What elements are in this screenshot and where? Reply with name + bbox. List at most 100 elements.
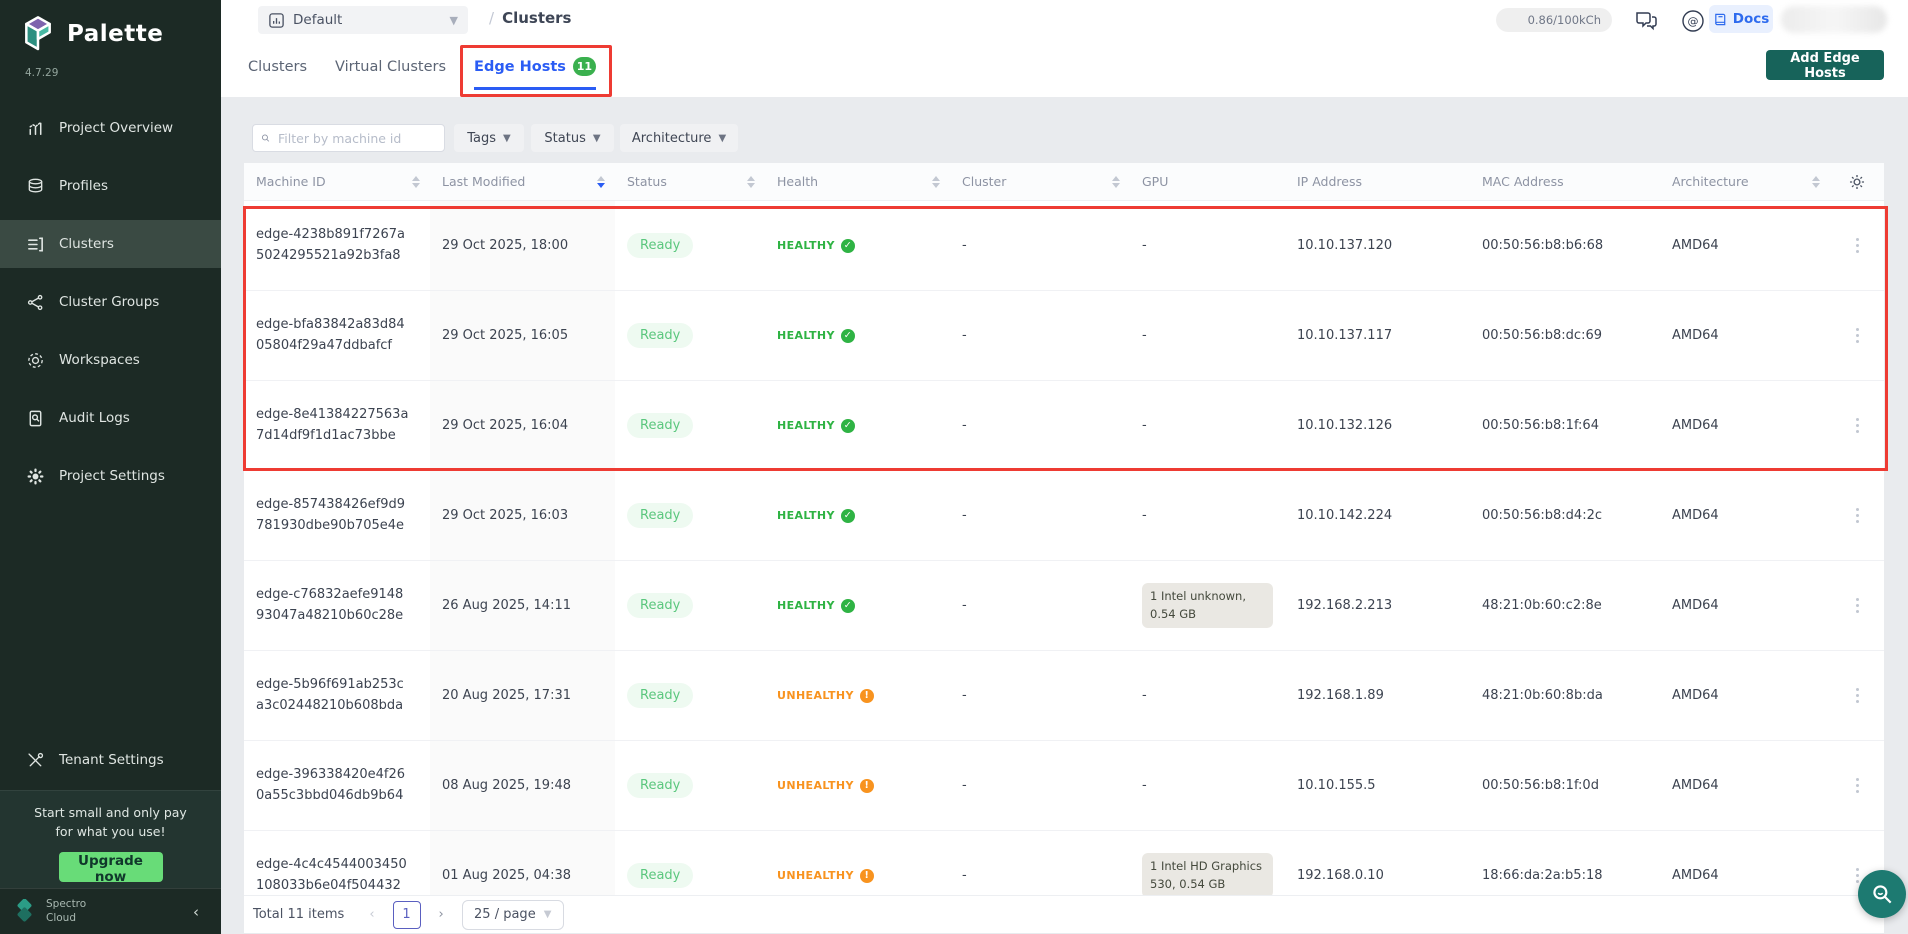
row-menu-icon[interactable]	[1842, 778, 1872, 793]
cell-architecture: AMD64	[1660, 471, 1830, 560]
cell-architecture: AMD64	[1660, 831, 1830, 896]
column-header-machine-id[interactable]: Machine ID	[244, 163, 430, 200]
total-items-label: Total 11 items	[253, 907, 344, 922]
chevron-down-icon: ▼	[503, 133, 511, 144]
cell-gpu: -	[1130, 201, 1285, 290]
table-settings-gear-icon[interactable]	[1830, 163, 1884, 200]
cell-status: Ready	[615, 741, 765, 830]
cell-cluster: -	[950, 471, 1130, 560]
health-status-icon: !	[860, 779, 874, 793]
upgrade-now-button[interactable]: Upgrade now	[59, 852, 163, 882]
sort-icon	[1112, 176, 1120, 188]
brand-logo: Palette	[18, 12, 163, 56]
filter-label: Tags	[467, 131, 496, 146]
status-badge: Ready	[627, 323, 693, 348]
sidebar-item-label: Clusters	[59, 236, 114, 252]
filter-tags-button[interactable]: Tags ▼	[454, 124, 524, 152]
user-menu-blurred[interactable]	[1781, 6, 1887, 33]
page-number[interactable]: 1	[393, 901, 421, 929]
table-row[interactable]: edge-5b96f691ab253ca3c02448210b608bda 20…	[244, 651, 1884, 741]
sidebar-item-audit-logs[interactable]: Audit Logs	[0, 394, 221, 442]
mention-icon[interactable]: @	[1681, 9, 1707, 35]
cell-last-modified: 08 Aug 2025, 19:48	[430, 741, 615, 830]
cell-health: HEALTHY✓	[765, 291, 950, 380]
sidebar-item-profiles[interactable]: Profiles	[0, 162, 221, 210]
row-menu-icon[interactable]	[1842, 688, 1872, 703]
health-badge: HEALTHY✓	[777, 419, 855, 433]
search-input[interactable]	[276, 130, 436, 147]
sidebar-item-clusters[interactable]: Clusters	[0, 220, 221, 268]
table-row[interactable]: edge-396338420e4f260a55c3bbd046db9b64 08…	[244, 741, 1884, 831]
main-area: Default ▼ / Clusters 0.86/100kCh @ Do	[221, 0, 1908, 933]
project-selector-label: Default	[293, 12, 342, 28]
row-menu-icon[interactable]	[1842, 598, 1872, 613]
sidebar-footer: Spectro Cloud ‹	[0, 888, 221, 934]
cell-health: HEALTHY✓	[765, 561, 950, 650]
sidebar-item-cluster-groups[interactable]: Cluster Groups	[0, 278, 221, 326]
table-row[interactable]: edge-4238b891f7267a5024295521a92b3fa8 29…	[244, 201, 1884, 291]
active-tab-underline	[474, 87, 596, 90]
project-selector[interactable]: Default ▼	[258, 6, 468, 34]
tenant-settings-icon	[26, 751, 45, 770]
column-header-cluster[interactable]: Cluster	[950, 163, 1130, 200]
cell-ip-address: 192.168.2.213	[1285, 561, 1470, 650]
cell-mac-address: 00:50:56:b8:1f:64	[1470, 381, 1660, 470]
cell-machine-id: edge-bfa83842a83d8405804f29a47ddbafcf	[244, 291, 430, 380]
column-header-health[interactable]: Health	[765, 163, 950, 200]
row-menu-icon[interactable]	[1842, 418, 1872, 433]
cell-actions	[1830, 291, 1884, 380]
table-row[interactable]: edge-857438426ef9d9781930dbe90b705e4e 29…	[244, 471, 1884, 561]
table-row[interactable]: edge-8e41384227563a7d14df9f1d1ac73bbe 29…	[244, 381, 1884, 471]
svg-text:@: @	[1688, 15, 1699, 28]
cell-status: Ready	[615, 561, 765, 650]
tab-virtual-clusters[interactable]: Virtual Clusters	[335, 57, 446, 90]
chat-icon[interactable]	[1633, 9, 1659, 35]
project-settings-icon	[26, 467, 45, 486]
cell-gpu: 1 Intel unknown, 0.54 GB	[1130, 561, 1285, 650]
tab-clusters[interactable]: Clusters	[248, 57, 307, 90]
row-menu-icon[interactable]	[1842, 508, 1872, 523]
sidebar-item-workspaces[interactable]: Workspaces	[0, 336, 221, 384]
sidebar-collapse-icon[interactable]: ‹	[193, 903, 199, 921]
row-menu-icon[interactable]	[1842, 238, 1872, 253]
gpu-badge: 1 Intel unknown, 0.54 GB	[1142, 583, 1273, 629]
table-row[interactable]: edge-c76832aefe914893047a48210b60c28e 26…	[244, 561, 1884, 651]
cell-mac-address: 00:50:56:b8:dc:69	[1470, 291, 1660, 380]
spectro-cloud-label: Spectro Cloud	[46, 898, 86, 924]
page-size-select[interactable]: 25 / page ▼	[462, 900, 564, 930]
sidebar-item-label: Tenant Settings	[59, 752, 164, 768]
docs-button[interactable]: Docs	[1709, 5, 1773, 33]
column-header-gpu: GPU	[1130, 163, 1285, 200]
tenant-settings-slot: Tenant Settings	[0, 736, 221, 784]
cell-cluster: -	[950, 201, 1130, 290]
cell-status: Ready	[615, 471, 765, 560]
cell-architecture: AMD64	[1660, 291, 1830, 380]
next-page-button[interactable]: ›	[433, 906, 450, 923]
cell-health: UNHEALTHY!	[765, 831, 950, 896]
sidebar-item-tenant-settings[interactable]: Tenant Settings	[0, 736, 221, 784]
prev-page-button[interactable]: ‹	[363, 906, 380, 923]
cell-last-modified: 26 Aug 2025, 14:11	[430, 561, 615, 650]
help-widget-button[interactable]	[1858, 870, 1906, 918]
column-label: MAC Address	[1482, 174, 1564, 189]
sidebar-item-project-settings[interactable]: Project Settings	[0, 452, 221, 500]
filter-status-button[interactable]: Status▼	[531, 124, 614, 152]
tab-edge-hosts[interactable]: Edge Hosts11	[474, 57, 596, 90]
column-header-architecture[interactable]: Architecture	[1660, 163, 1830, 200]
health-status-icon: ✓	[841, 599, 855, 613]
table-row[interactable]: edge-bfa83842a83d8405804f29a47ddbafcf 29…	[244, 291, 1884, 381]
table-row[interactable]: edge-4c4c4544003450108033b6e04f504432 01…	[244, 831, 1884, 896]
column-header-last-modified[interactable]: Last Modified	[430, 163, 615, 200]
status-badge: Ready	[627, 683, 693, 708]
cell-actions	[1830, 201, 1884, 290]
add-edge-hosts-button[interactable]: Add Edge Hosts	[1766, 50, 1884, 80]
filter-architecture-button[interactable]: Architecture▼	[620, 124, 738, 152]
cell-status: Ready	[615, 201, 765, 290]
sidebar-item-project-overview[interactable]: Project Overview	[0, 104, 221, 152]
cell-gpu: 1 Intel HD Graphics 530, 0.54 GB	[1130, 831, 1285, 896]
status-badge: Ready	[627, 593, 693, 618]
row-menu-icon[interactable]	[1842, 328, 1872, 343]
column-header-status[interactable]: Status	[615, 163, 765, 200]
cell-last-modified: 29 Oct 2025, 16:04	[430, 381, 615, 470]
column-label: GPU	[1142, 174, 1168, 189]
